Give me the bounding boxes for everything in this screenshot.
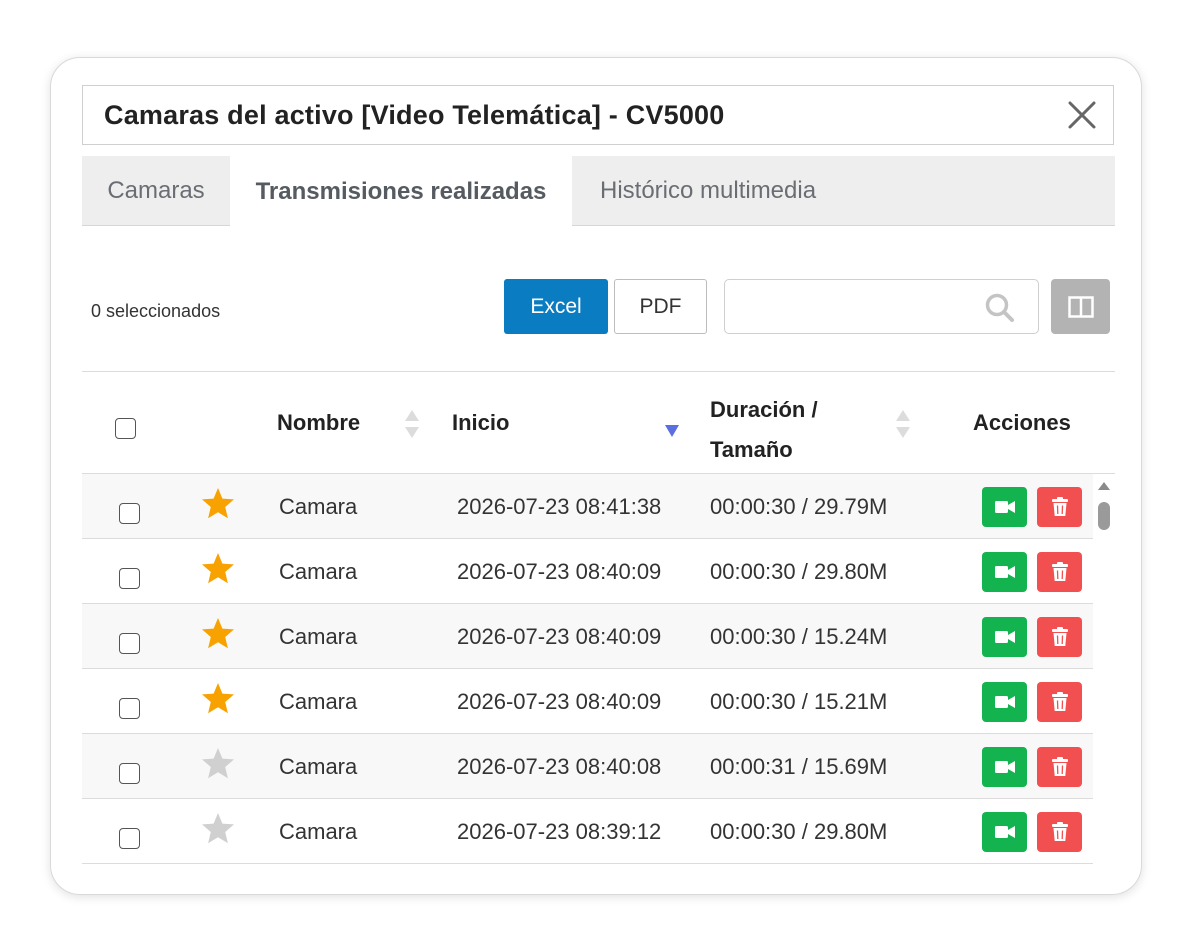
- cell-nombre: Camara: [279, 754, 358, 779]
- search-icon[interactable]: [984, 292, 1016, 324]
- selected-count: 0 seleccionados: [91, 301, 221, 321]
- sort-neutral-icon[interactable]: [895, 408, 911, 440]
- scrollbar[interactable]: [1094, 474, 1114, 868]
- table-row: Camara 2026-07-23 08:40:09 00:00:30 / 15.2…: [82, 669, 1093, 734]
- trash-icon: [1051, 822, 1068, 841]
- search-box: [724, 279, 1039, 334]
- video-camera-icon: [994, 826, 1015, 838]
- scroll-up-arrow-icon[interactable]: [1097, 481, 1111, 491]
- column-header-duracion[interactable]: Duración / Tamaño: [710, 390, 818, 470]
- columns-button[interactable]: [1051, 279, 1110, 334]
- table-row: Camara 2026-07-23 08:39:12 00:00:30 / 29.8…: [82, 799, 1093, 864]
- cell-nombre: Camara: [279, 819, 358, 844]
- table-row: Camara 2026-07-23 08:40:08 00:00:31 / 15.6…: [82, 734, 1093, 799]
- column-header-acciones: Acciones: [973, 410, 1071, 435]
- table-row: Camara 2026-07-23 08:41:38 00:00:30 / 29.7…: [82, 474, 1093, 539]
- sort-neutral-icon[interactable]: [404, 408, 420, 440]
- excel-button[interactable]: Excel: [504, 279, 608, 334]
- cell-inicio: 2026-07-23 08:40:09: [457, 689, 662, 714]
- cell-inicio: 2026-07-23 08:41:38: [457, 494, 662, 519]
- sort-descending-icon[interactable]: [664, 424, 680, 438]
- tab-transmisiones-realizadas[interactable]: Transmisiones realizadas: [230, 156, 572, 227]
- row-checkbox[interactable]: [119, 763, 140, 784]
- columns-icon: [1067, 295, 1094, 318]
- cell-duracion: 00:00:30 / 29.80M: [710, 819, 888, 844]
- scrollbar-thumb[interactable]: [1098, 502, 1110, 530]
- tab-bar: Camaras Transmisiones realizadas Históri…: [82, 156, 1115, 227]
- star-icon[interactable]: [200, 551, 236, 585]
- delete-button[interactable]: [1037, 552, 1082, 592]
- cell-inicio: 2026-07-23 08:39:12: [457, 819, 662, 844]
- dialog: Camaras del activo [Video Telemática] - …: [50, 57, 1142, 895]
- delete-button[interactable]: [1037, 617, 1082, 657]
- cell-inicio: 2026-07-23 08:40:08: [457, 754, 662, 779]
- dialog-header: Camaras del activo [Video Telemática] - …: [82, 85, 1114, 145]
- tab-historico-multimedia[interactable]: Histórico multimedia: [572, 156, 816, 226]
- cell-inicio: 2026-07-23 08:40:09: [457, 559, 662, 584]
- cell-duracion: 00:00:30 / 29.80M: [710, 559, 888, 584]
- video-camera-icon: [994, 631, 1015, 643]
- play-video-button[interactable]: [982, 617, 1027, 657]
- cell-duracion: 00:00:31 / 15.69M: [710, 754, 888, 779]
- close-icon: [1068, 101, 1096, 129]
- video-camera-icon: [994, 501, 1015, 513]
- cell-duracion: 00:00:30 / 15.24M: [710, 624, 888, 649]
- star-icon[interactable]: [200, 486, 236, 520]
- select-all-checkbox[interactable]: [115, 418, 136, 439]
- search-input[interactable]: [737, 292, 981, 324]
- star-icon[interactable]: [200, 811, 236, 845]
- delete-button[interactable]: [1037, 812, 1082, 852]
- table-header: Nombre Inicio Duración / Tamaño Acciones: [82, 371, 1115, 474]
- trash-icon: [1051, 692, 1068, 711]
- delete-button[interactable]: [1037, 747, 1082, 787]
- cell-duracion: 00:00:30 / 15.21M: [710, 689, 888, 714]
- close-button[interactable]: [1065, 98, 1099, 132]
- delete-button[interactable]: [1037, 682, 1082, 722]
- trash-icon: [1051, 627, 1068, 646]
- dialog-title: Camaras del activo [Video Telemática] - …: [104, 99, 725, 130]
- cell-nombre: Camara: [279, 494, 358, 519]
- row-checkbox[interactable]: [119, 503, 140, 524]
- table-row: Camara 2026-07-23 08:40:09 00:00:30 / 29.8…: [82, 539, 1093, 604]
- row-checkbox[interactable]: [119, 568, 140, 589]
- row-checkbox[interactable]: [119, 633, 140, 654]
- tab-camaras[interactable]: Camaras: [82, 156, 230, 226]
- play-video-button[interactable]: [982, 747, 1027, 787]
- row-checkbox[interactable]: [119, 828, 140, 849]
- play-video-button[interactable]: [982, 487, 1027, 527]
- cell-nombre: Camara: [279, 559, 358, 584]
- column-header-nombre[interactable]: Nombre: [277, 410, 360, 436]
- table-body: Camara 2026-07-23 08:41:38 00:00:30 / 29.7…: [82, 474, 1093, 864]
- video-camera-icon: [994, 566, 1015, 578]
- cell-duracion: 00:00:30 / 29.79M: [710, 494, 888, 519]
- cell-nombre: Camara: [279, 624, 358, 649]
- play-video-button[interactable]: [982, 552, 1027, 592]
- column-header-duracion-line1: Duración /: [710, 397, 818, 422]
- row-checkbox[interactable]: [119, 698, 140, 719]
- column-header-inicio[interactable]: Inicio: [452, 410, 509, 436]
- play-video-button[interactable]: [982, 812, 1027, 852]
- table-row: Camara 2026-07-23 08:40:09 00:00:30 / 15.2…: [82, 604, 1093, 669]
- trash-icon: [1051, 497, 1068, 516]
- trash-icon: [1051, 757, 1068, 776]
- cell-inicio: 2026-07-23 08:40:09: [457, 624, 662, 649]
- star-icon[interactable]: [200, 746, 236, 780]
- star-icon[interactable]: [200, 616, 236, 650]
- column-header-duracion-line2: Tamaño: [710, 437, 793, 462]
- cell-nombre: Camara: [279, 689, 358, 714]
- video-camera-icon: [994, 761, 1015, 773]
- trash-icon: [1051, 562, 1068, 581]
- video-camera-icon: [994, 696, 1015, 708]
- star-icon[interactable]: [200, 681, 236, 715]
- delete-button[interactable]: [1037, 487, 1082, 527]
- play-video-button[interactable]: [982, 682, 1027, 722]
- pdf-button[interactable]: PDF: [614, 279, 707, 334]
